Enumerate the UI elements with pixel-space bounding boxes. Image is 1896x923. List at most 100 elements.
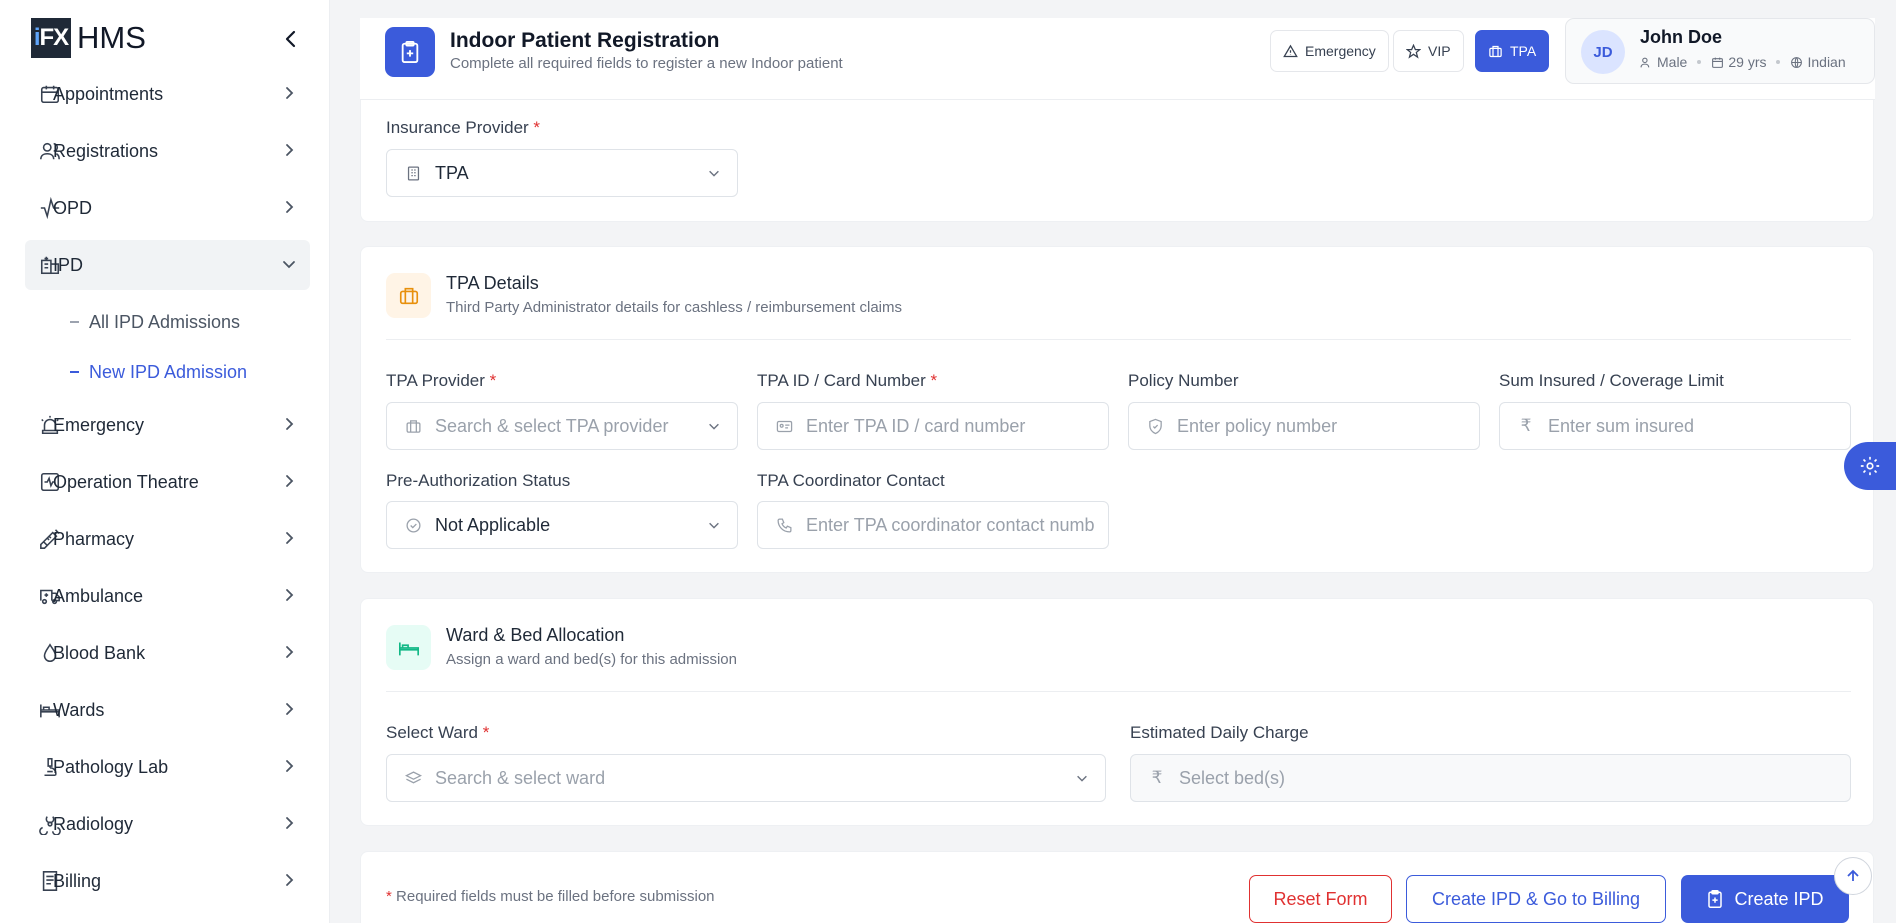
sidebar-subitem-all-ipd[interactable]: All IPD Admissions — [25, 297, 310, 347]
tpa-id-input[interactable]: Enter TPA ID / card number — [757, 402, 1109, 450]
section-title: Ward & Bed Allocation — [446, 625, 625, 645]
building-icon — [403, 163, 423, 183]
rupee-icon: ₹ — [1151, 768, 1163, 787]
rupee-icon: ₹ — [1520, 416, 1532, 435]
preauth-status-select[interactable]: Not Applicable — [386, 501, 738, 549]
sidebar-item-wards[interactable]: Wards — [25, 685, 310, 735]
dash-icon — [70, 371, 79, 373]
patient-nationality: Indian — [1807, 54, 1846, 70]
create-ipd-billing-button[interactable]: Create IPD & Go to Billing — [1406, 875, 1666, 923]
sidebar-item-emergency[interactable]: Emergency — [25, 400, 310, 450]
separator-dot — [1776, 60, 1781, 64]
policy-number-placeholder: Enter policy number — [1177, 415, 1338, 436]
preauth-status-label: Pre-Authorization Status — [386, 471, 571, 490]
patient-summary-card: JD John Doe Male 29 yrs Indian — [1565, 18, 1875, 84]
separator-dot — [1697, 60, 1702, 64]
sidebar-item-opd[interactable]: OPD — [25, 183, 310, 233]
dash-icon — [70, 321, 79, 323]
emergency-toggle-label: Emergency — [1305, 43, 1376, 59]
chevron-down-icon — [709, 423, 719, 430]
sidebar-subitem-label: New IPD Admission — [89, 361, 248, 382]
page-subtitle: Complete all required fields to register… — [450, 55, 843, 72]
gear-icon — [1860, 456, 1880, 476]
sidebar-item-label: Operation Theatre — [53, 471, 199, 492]
tpa-provider-label: TPA Provider * — [386, 371, 497, 390]
brand-logo: i FX — [31, 18, 71, 58]
chevron-down-icon — [1077, 775, 1087, 782]
sidebar-item-ambulance[interactable]: Ambulance — [25, 571, 310, 621]
tpa-provider-select[interactable]: Search & select TPA provider — [386, 402, 738, 450]
sidebar-item-appointments[interactable]: Appointments — [25, 69, 310, 119]
sidebar-subitem-label: All IPD Admissions — [89, 311, 241, 332]
clipboard-plus-icon — [1708, 890, 1723, 908]
daily-charge-placeholder: Select bed(s) — [1179, 767, 1286, 788]
clipboard-plus-icon — [385, 27, 435, 77]
select-ward-placeholder: Search & select ward — [435, 767, 606, 788]
chevron-right-icon — [286, 874, 294, 886]
alert-triangle-icon — [1283, 44, 1298, 57]
star-icon — [1406, 43, 1421, 59]
bed-icon — [386, 625, 431, 670]
sidebar-item-blood-bank[interactable]: Blood Bank — [25, 628, 310, 678]
tpa-provider-placeholder: Search & select TPA provider — [435, 415, 669, 436]
patient-meta: Male 29 yrs Indian — [1640, 54, 1846, 70]
section-subtitle: Assign a ward and bed(s) for this admiss… — [446, 651, 737, 668]
id-card-icon — [774, 416, 794, 436]
briefcase-icon — [1489, 45, 1502, 57]
create-ipd-label: Create IPD — [1734, 888, 1824, 909]
sum-insured-placeholder: Enter sum insured — [1548, 415, 1695, 436]
sidebar-item-registrations[interactable]: Registrations — [25, 126, 310, 176]
reset-form-button[interactable]: Reset Form — [1249, 875, 1392, 923]
sum-insured-label: Sum Insured / Coverage Limit — [1499, 371, 1724, 390]
chevron-right-icon — [286, 87, 294, 99]
tpa-id-placeholder: Enter TPA ID / card number — [806, 415, 1026, 436]
tpa-details-section: TPA Details Third Party Administrator de… — [360, 246, 1874, 573]
policy-number-label: Policy Number — [1128, 371, 1239, 390]
sidebar-item-radiology[interactable]: Radiology — [25, 799, 310, 849]
collapse-sidebar-button[interactable] — [278, 24, 304, 54]
sidebar-item-ipd[interactable]: IPD — [25, 240, 310, 290]
required-note: * Required fields must be filled before … — [386, 888, 715, 905]
phone-icon — [774, 515, 794, 535]
avatar: JD — [1581, 30, 1625, 74]
chevron-right-icon — [286, 418, 294, 430]
calendar-icon — [1712, 57, 1724, 68]
brand: i FX HMS — [31, 18, 146, 58]
ward-bed-section: Ward & Bed Allocation Assign a ward and … — [360, 598, 1874, 826]
sidebar-subitem-new-ipd[interactable]: New IPD Admission — [25, 347, 310, 397]
chevron-right-icon — [286, 532, 294, 544]
sidebar-item-label: Pathology Lab — [53, 756, 169, 777]
tpa-toggle[interactable]: TPA — [1475, 30, 1550, 72]
sidebar-item-operation-theatre[interactable]: Operation Theatre — [25, 457, 310, 507]
settings-button[interactable] — [1844, 442, 1896, 490]
sidebar-item-label: Blood Bank — [53, 642, 146, 663]
chevron-right-icon — [286, 201, 294, 213]
sidebar-item-label: Radiology — [53, 813, 134, 834]
insurance-provider-select[interactable]: TPA — [386, 149, 738, 197]
select-ward-select[interactable]: Search & select ward — [386, 754, 1106, 802]
create-ipd-button[interactable]: Create IPD — [1681, 875, 1849, 923]
sidebar-item-label: IPD — [53, 254, 84, 275]
globe-icon — [1791, 56, 1803, 68]
vip-toggle[interactable]: VIP — [1393, 30, 1464, 72]
sidebar-item-label: OPD — [53, 197, 93, 218]
insurance-provider-value: TPA — [435, 162, 469, 183]
insurance-provider-label: Insurance Provider * — [386, 118, 541, 137]
sidebar-item-pathology-lab[interactable]: Pathology Lab — [25, 742, 310, 792]
emergency-toggle[interactable]: Emergency — [1270, 30, 1389, 72]
sidebar-item-label: Emergency — [53, 414, 145, 435]
shield-icon — [1145, 416, 1165, 436]
sidebar-item-billing[interactable]: Billing — [25, 856, 310, 906]
select-ward-label: Select Ward * — [386, 723, 490, 742]
scroll-to-top-button[interactable] — [1834, 857, 1872, 895]
sum-insured-input[interactable]: ₹ Enter sum insured — [1499, 402, 1851, 450]
chevron-left-icon — [285, 30, 296, 48]
sidebar-item-pharmacy[interactable]: Pharmacy — [25, 514, 310, 564]
chevron-down-icon — [283, 261, 295, 269]
tpa-coordinator-input[interactable]: Enter TPA coordinator contact numb — [757, 501, 1109, 549]
tpa-coordinator-label: TPA Coordinator Contact — [757, 471, 945, 490]
chevron-right-icon — [286, 760, 294, 772]
policy-number-input[interactable]: Enter policy number — [1128, 402, 1480, 450]
sidebar-item-label: Wards — [53, 699, 105, 720]
arrow-up-icon — [1847, 869, 1859, 881]
